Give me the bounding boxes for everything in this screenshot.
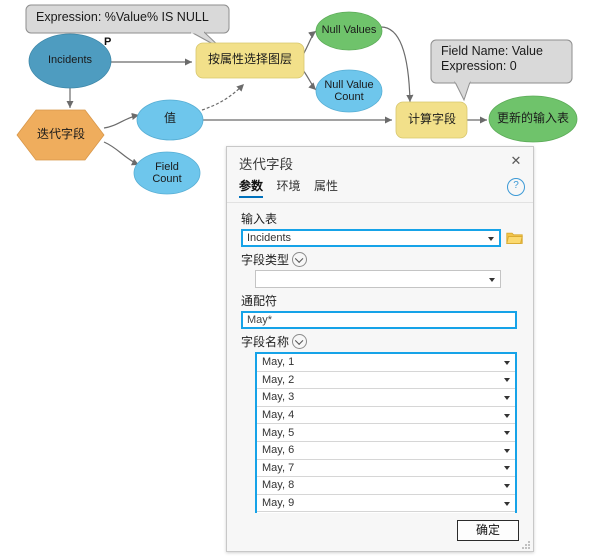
chevron-down-icon	[504, 501, 510, 506]
chevron-down-icon	[504, 431, 510, 436]
field-name-label-row: 字段名称	[241, 333, 523, 350]
list-item[interactable]: May, 8	[257, 477, 515, 495]
node-iterate-field	[16, 109, 105, 161]
dialog-footer: 确定	[227, 513, 533, 551]
node-null-values	[315, 11, 383, 51]
input-table-row: Incidents	[241, 229, 523, 247]
help-icon[interactable]: ?	[507, 178, 525, 196]
node-field-count	[133, 151, 201, 195]
field-type-label-row: 字段类型	[241, 251, 523, 268]
chevron-down-icon	[504, 483, 510, 488]
callout-field-text: Field Name: Value Expression: 0	[441, 44, 543, 74]
input-table-value: Incidents	[247, 232, 292, 244]
dialog-titlebar[interactable]: 迭代字段 ✕	[227, 147, 533, 177]
list-item[interactable]: May, 4	[257, 406, 515, 425]
input-table-label-row: 输入表	[241, 210, 523, 227]
chevron-down-icon	[504, 360, 510, 365]
field-type-label: 字段类型	[241, 253, 290, 267]
list-item[interactable]: May, 9	[257, 494, 515, 513]
tab-environments[interactable]: 环境	[276, 177, 300, 198]
list-item[interactable]: May, 1	[257, 354, 515, 372]
close-icon[interactable]: ✕	[507, 152, 525, 170]
ok-button[interactable]: 确定	[457, 520, 519, 541]
dialog-tabs[interactable]: 参数 环境 属性 ?	[227, 177, 533, 203]
list-item[interactable]: May, 6	[257, 441, 515, 460]
node-calculate-field	[395, 101, 468, 139]
list-item[interactable]: May, 7	[257, 459, 515, 478]
list-item-value: May, 2	[262, 373, 295, 386]
wildcard-label: 通配符	[241, 294, 278, 308]
list-item-value: May, 3	[262, 391, 295, 404]
tab-properties[interactable]: 属性	[314, 177, 338, 198]
resize-grip-icon[interactable]	[522, 540, 531, 549]
wildcard-label-row: 通配符	[241, 292, 523, 309]
chevron-down-circle-icon[interactable]	[292, 334, 308, 349]
chevron-down-circle-icon[interactable]	[292, 252, 308, 267]
chevron-down-icon	[504, 448, 510, 453]
chevron-down-icon	[504, 413, 510, 418]
list-item-value: May, 1	[262, 356, 295, 369]
dialog-body: 输入表 Incidents 字段类型 通配符 May* 字段名称 May, 1 …	[227, 204, 533, 513]
input-table-label: 输入表	[241, 212, 278, 226]
folder-icon[interactable]	[506, 231, 523, 245]
chevron-down-icon	[489, 277, 495, 282]
list-item-value: May, 8	[262, 479, 295, 492]
node-value	[136, 99, 204, 141]
list-item-value: May, 6	[262, 444, 295, 457]
list-item[interactable]: May, 5	[257, 424, 515, 442]
tab-parameters[interactable]: 参数	[239, 177, 264, 198]
list-item-value: May, 4	[262, 409, 295, 422]
node-null-value-count	[315, 69, 383, 113]
list-item-value: May, 9	[262, 497, 295, 510]
node-updated-input-table	[488, 95, 578, 143]
chevron-down-icon	[504, 395, 510, 400]
list-item[interactable]: May, 2	[257, 371, 515, 390]
iterate-field-dialog[interactable]: 迭代字段 ✕ 参数 环境 属性 ? 输入表 Incidents 字段类型 通配符…	[226, 146, 534, 552]
node-incidents	[28, 33, 112, 89]
list-item-value: May, 7	[262, 461, 295, 474]
node-select-layer	[195, 42, 305, 79]
field-name-label: 字段名称	[241, 335, 290, 349]
callout-expression-text: Expression: %Value% IS NULL	[36, 10, 209, 24]
dialog-title: 迭代字段	[239, 157, 293, 172]
list-item[interactable]: May, 3	[257, 389, 515, 407]
chevron-down-icon	[488, 236, 494, 241]
field-name-multivalue-list[interactable]: May, 1 May, 2 May, 3 May, 4 May, 5 May, …	[255, 352, 517, 513]
wildcard-input[interactable]: May*	[241, 311, 517, 329]
node-port-letter-incidents: P	[104, 36, 112, 48]
input-table-combobox[interactable]: Incidents	[241, 229, 501, 247]
field-type-combobox[interactable]	[255, 270, 501, 288]
chevron-down-icon	[504, 466, 510, 471]
list-item-value: May, 5	[262, 426, 295, 439]
wildcard-value: May*	[247, 314, 273, 326]
chevron-down-icon	[504, 378, 510, 383]
